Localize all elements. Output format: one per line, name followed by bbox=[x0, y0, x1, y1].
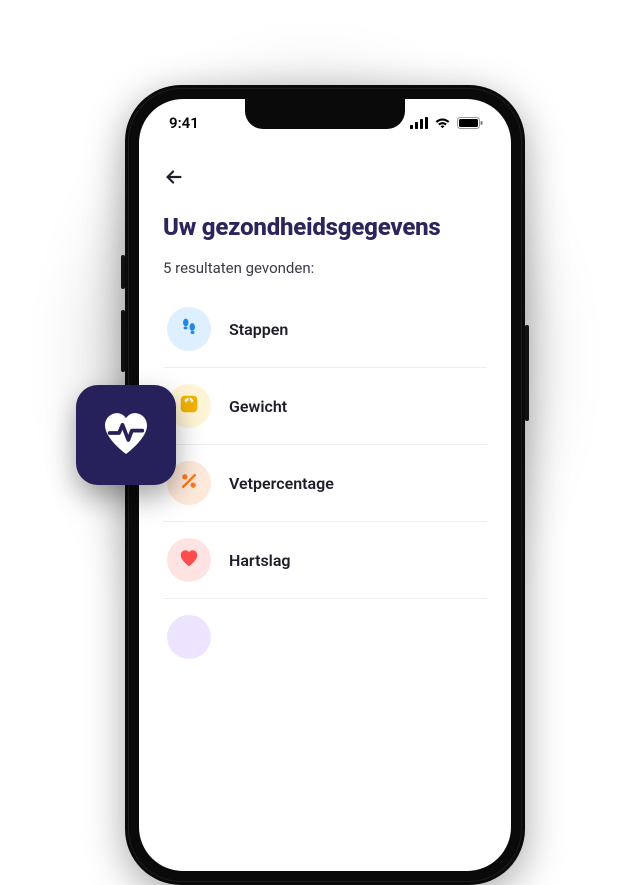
phone-screen: 9:41 bbox=[139, 99, 511, 871]
cellular-icon bbox=[410, 114, 428, 133]
status-time: 9:41 bbox=[169, 114, 199, 132]
back-button[interactable] bbox=[163, 161, 199, 197]
page-title: Uw gezondheidsgegevens bbox=[163, 213, 487, 241]
results-count: 5 resultaten gevonden: bbox=[163, 259, 487, 277]
list-item-vetpercentage[interactable]: Vetpercentage bbox=[163, 445, 487, 522]
status-indicators bbox=[410, 114, 483, 133]
phone-volume-up-button bbox=[121, 310, 125, 372]
list-item-label: Gewicht bbox=[229, 397, 287, 416]
list-item-stappen[interactable]: Stappen bbox=[163, 291, 487, 368]
health-data-list: Stappen Gewicht bbox=[163, 291, 487, 675]
health-app-icon-tile bbox=[76, 385, 176, 485]
list-item-hartslag[interactable]: Hartslag bbox=[163, 522, 487, 599]
footsteps-icon bbox=[178, 316, 200, 342]
list-item-icon-wrap bbox=[167, 538, 211, 582]
percent-icon bbox=[179, 471, 199, 495]
wifi-icon bbox=[434, 114, 451, 133]
phone-side-button bbox=[121, 255, 125, 289]
page-content: Uw gezondheidsgegevens 5 resultaten gevo… bbox=[139, 147, 511, 675]
battery-icon bbox=[457, 114, 483, 133]
list-item-label: Vetpercentage bbox=[229, 474, 334, 493]
list-item-icon-wrap bbox=[167, 615, 211, 659]
list-item[interactable] bbox=[163, 599, 487, 675]
scale-icon bbox=[178, 393, 200, 419]
phone-power-button bbox=[525, 325, 529, 421]
list-item-label: Hartslag bbox=[229, 551, 291, 570]
list-item-label: Stappen bbox=[229, 320, 288, 339]
list-item-gewicht[interactable]: Gewicht bbox=[163, 368, 487, 445]
phone-notch bbox=[245, 99, 405, 129]
arrow-left-icon bbox=[163, 166, 185, 192]
list-item-icon-wrap bbox=[167, 307, 211, 351]
heart-pulse-icon bbox=[98, 405, 154, 465]
heart-icon bbox=[178, 547, 200, 573]
phone-frame: 9:41 bbox=[125, 85, 525, 885]
